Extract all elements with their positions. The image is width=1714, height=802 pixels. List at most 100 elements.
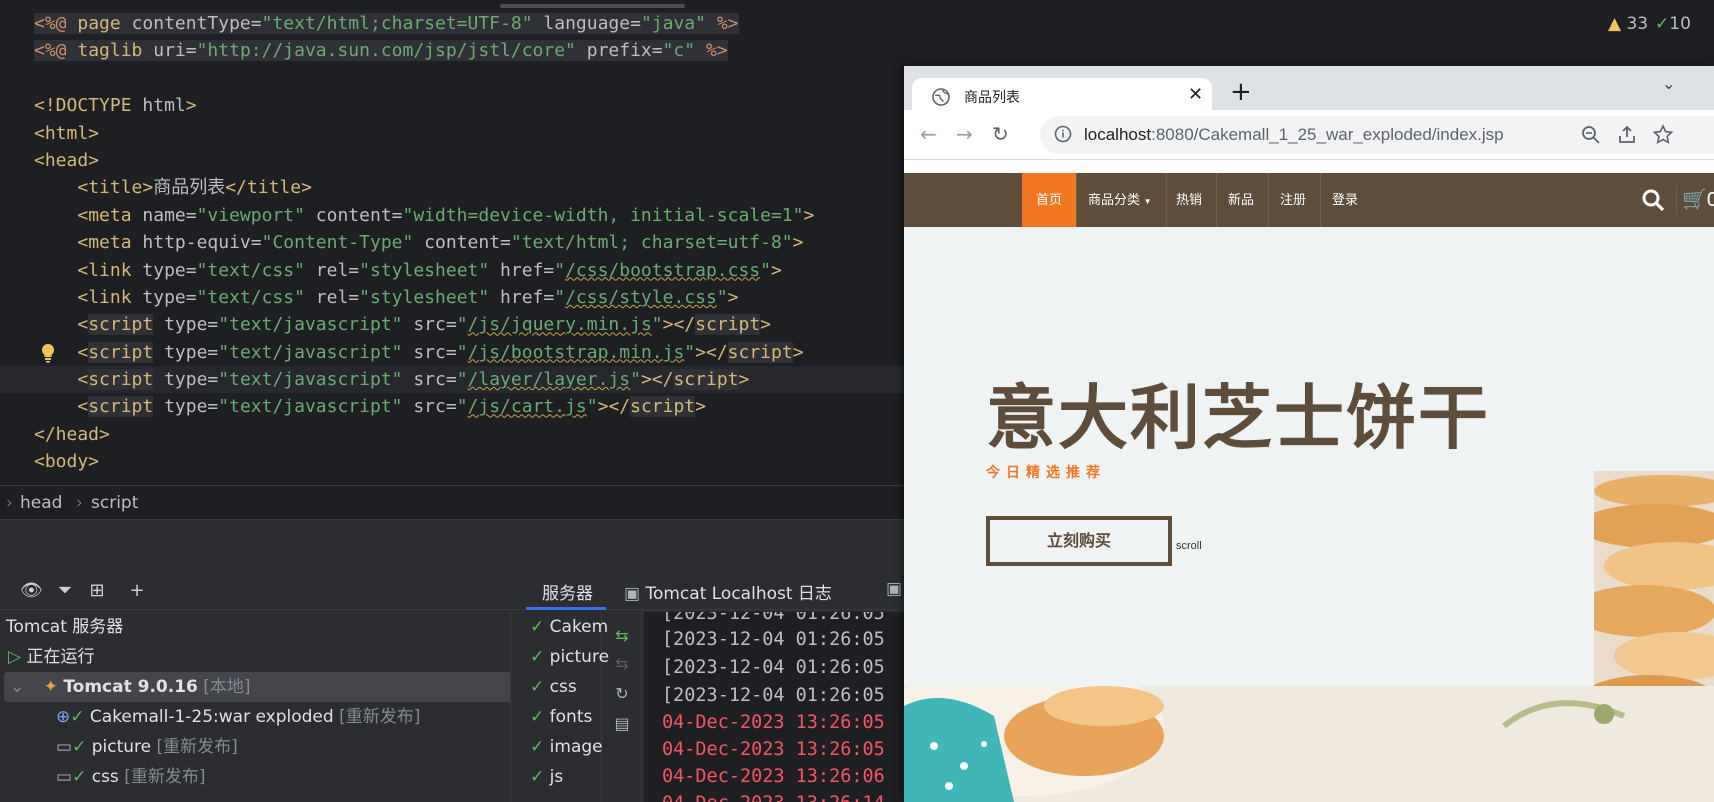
refresh-icon[interactable]: ↻ (612, 684, 632, 704)
check-icon: ✓ (70, 707, 85, 727)
cupcake-image (904, 656, 1714, 802)
nav-hot[interactable]: 热销 (1162, 173, 1218, 227)
checks-badge[interactable]: ✓10 (1655, 14, 1691, 34)
console-icon[interactable]: ▣ (886, 579, 902, 599)
hero-title: 意大利芝士饼干 (986, 377, 1490, 459)
buy-now-button[interactable]: 立刻购买 (986, 516, 1172, 566)
breadcrumb-item-script[interactable]: script (91, 493, 138, 513)
share-icon[interactable] (1616, 124, 1638, 146)
globe-icon (932, 88, 950, 106)
nav-login[interactable]: 登录 (1318, 173, 1372, 227)
check-icon: ✓ (530, 707, 545, 727)
deployment-list: ✓ Cakem ✓ picture ✓ css ✓ fonts ✓ image … (522, 612, 609, 802)
chevron-down-icon: ⌄ (10, 677, 25, 697)
tree-scrollbar[interactable] (510, 612, 520, 802)
run-icon: ▷ (8, 647, 22, 667)
deploy-item[interactable]: ✓ css (530, 672, 577, 702)
check-icon: ✓ (530, 677, 545, 697)
new-tab-icon[interactable]: + (1230, 79, 1252, 105)
check-icon: ✓ (72, 737, 87, 757)
tab-server[interactable]: 服务器 (542, 579, 593, 604)
nav-new[interactable]: 新品 (1214, 173, 1270, 227)
chevron-right-icon: › (76, 493, 83, 513)
browser-tabstrip: 商品列表 ✕ + ⌄ (904, 66, 1714, 114)
tree-running-group[interactable]: ▷ 正在运行 (8, 642, 94, 672)
url-text: localhost:8080/Cakemall_1_25_war_explode… (1084, 125, 1504, 144)
services-tree: Tomcat 服务器 ▷ 正在运行 ⌄ ✦ Tomcat 9.0.16 [本地]… (0, 612, 520, 802)
new-group-icon[interactable]: ⊞ (86, 580, 108, 602)
forward-icon[interactable]: → (956, 122, 973, 146)
nav-divider (1676, 185, 1677, 215)
cupcake-banner-image (904, 656, 1714, 802)
log-line: [2023-12-04 01:26:05 (662, 629, 885, 650)
warning-icon: ▲ (1608, 14, 1622, 34)
log-console[interactable]: [2023-12-04 01:26:05 [2023-12-04 01:26:0… (644, 612, 906, 802)
check-icon: ✓ (530, 767, 545, 787)
check-icon: ✓ (530, 647, 545, 667)
bookmark-star-icon[interactable] (1652, 124, 1674, 146)
log-line-error: 04-Dec-2023 13:26:05 (662, 712, 885, 733)
services-toolbar: 👁 ⏷ ⊞ + (0, 570, 520, 610)
active-tab-indicator (526, 607, 606, 610)
hero-carousel: 意大利芝士饼干 今日精选推荐 立刻购买 scroll (904, 227, 1714, 763)
tree-root[interactable]: Tomcat 服务器 (6, 612, 123, 642)
deploy-icon[interactable]: ⇆ (612, 626, 632, 646)
log-line: [2023-12-04 01:26:05 (662, 657, 885, 678)
zoom-icon[interactable] (1580, 124, 1602, 146)
log-line-error: 04-Dec-2023 13:26:06 (662, 766, 885, 787)
warnings-badge[interactable]: ▲ 33 (1608, 14, 1648, 34)
chevron-right-icon: › (6, 493, 13, 513)
log-line-error: 04-Dec-2023 13:26:14 (662, 790, 885, 802)
caret-down-icon: ▼ (1143, 197, 1152, 206)
reload-icon[interactable]: ↻ (992, 122, 1009, 146)
tree-dir-node[interactable]: ▭✓ css [重新发布] (56, 762, 205, 792)
back-icon[interactable]: ← (920, 122, 937, 146)
folder-icon: ▭ (56, 737, 73, 757)
breadcrumb-item-head[interactable]: head (20, 493, 62, 513)
nav-category[interactable]: 商品分类 ▼ (1074, 173, 1167, 227)
code-line: <%@ page contentType="text/html;charset=… (34, 13, 739, 34)
nav-home[interactable]: 首页 (1022, 173, 1078, 227)
check-icon: ✓ (1655, 14, 1670, 34)
tomcat-icon: ✦ (43, 677, 58, 697)
browser-tab[interactable]: 商品列表 ✕ (912, 78, 1212, 114)
search-icon[interactable] (1640, 187, 1666, 213)
tree-server-node[interactable]: ⌄ ✦ Tomcat 9.0.16 [本地] (4, 672, 512, 702)
check-icon: ✓ (530, 617, 545, 637)
chevron-down-icon[interactable]: ⌄ (1662, 74, 1675, 93)
tree-artifact-node[interactable]: ⊕✓ Cakemall-1-25:war exploded [重新发布] (56, 702, 420, 732)
log-line-error: 04-Dec-2023 13:26:05 (662, 739, 885, 760)
eye-icon[interactable]: 👁 (20, 580, 43, 602)
nav-register[interactable]: 注册 (1266, 173, 1322, 227)
add-icon[interactable]: + (126, 580, 148, 602)
cart-icon: 🛒 (1682, 189, 1707, 211)
web-module-icon: ⊕ (56, 707, 71, 727)
check-icon: ✓ (72, 767, 87, 787)
close-icon[interactable]: ✕ (1188, 84, 1203, 105)
deploy-item[interactable]: ✓ image (530, 732, 603, 762)
editor-horizontal-scrollbar[interactable] (500, 4, 685, 8)
deploy-item[interactable]: ✓ fonts (530, 702, 592, 732)
browser-window: 商品列表 ✕ + ⌄ ← → ↻ localhost:8080/Cakemall… (904, 66, 1714, 802)
deploy-item[interactable]: ✓ picture (530, 642, 609, 672)
browser-toolbar: ← → ↻ localhost:8080/Cakemall_1_25_war_e… (904, 110, 1714, 160)
scroll-hint: scroll (1176, 540, 1202, 552)
deploy-item[interactable]: ✓ Cakem (530, 612, 608, 642)
cart-button[interactable]: 🛒0 (1682, 187, 1714, 213)
undeploy-icon[interactable]: ⇆ (612, 654, 632, 674)
address-bar[interactable]: localhost:8080/Cakemall_1_25_war_explode… (1040, 116, 1714, 154)
open-browser-icon[interactable]: ▤ (612, 714, 632, 734)
info-icon[interactable] (1054, 125, 1072, 143)
deployment-actions: ⇆ ⇆ ↻ ▤ (602, 612, 642, 802)
check-icon: ✓ (530, 737, 545, 757)
lightbulb-icon[interactable] (40, 343, 56, 363)
hero-subtitle: 今日精选推荐 (986, 465, 1106, 481)
webpage: 首页 商品分类 ▼ 热销 新品 注册 登录 🛒0 意大利芝士饼干 今日精选推荐 … (904, 173, 1714, 802)
deploy-item[interactable]: ✓ js (530, 762, 563, 792)
filter-icon[interactable]: ⏷ (54, 580, 76, 602)
log-line: [2023-12-04 01:26:05 (662, 685, 885, 706)
tree-dir-node[interactable]: ▭✓ picture [重新发布] (56, 732, 238, 762)
tab-localhost-log[interactable]: ▣ Tomcat Localhost 日志 (624, 579, 832, 604)
site-navbar: 首页 商品分类 ▼ 热销 新品 注册 登录 🛒0 (904, 173, 1714, 227)
code-line: <%@ taglib uri="http://java.sun.com/jsp/… (34, 40, 728, 62)
